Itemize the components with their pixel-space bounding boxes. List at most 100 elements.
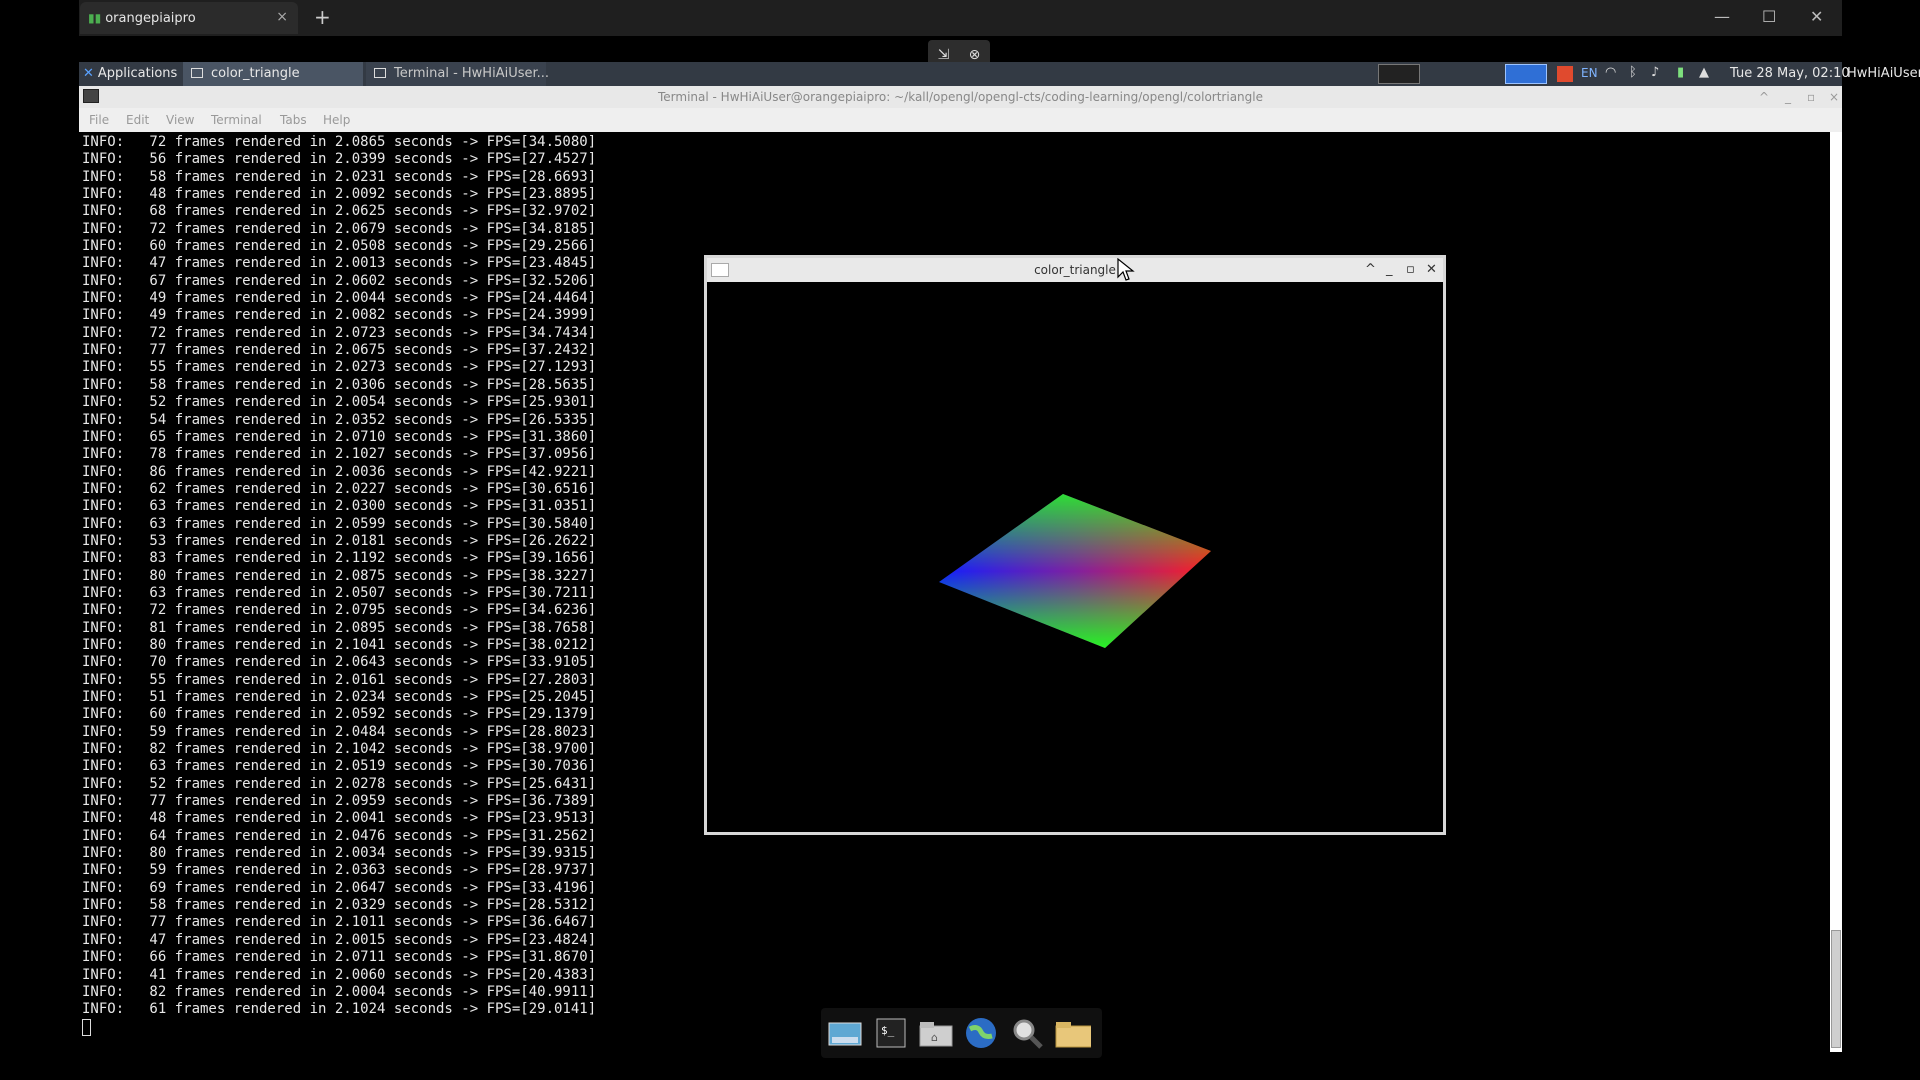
log-line: INFO: 55 frames rendered in 2.0273 secon… xyxy=(82,359,597,376)
terminal-titlebar[interactable]: Terminal - HwHiAiUser@orangepiaipro: ~/k… xyxy=(79,86,1842,108)
log-line: INFO: 48 frames rendered in 2.0041 secon… xyxy=(82,810,597,827)
log-line: INFO: 72 frames rendered in 2.0679 secon… xyxy=(82,220,597,237)
pin-icon[interactable]: ⇲ xyxy=(938,47,950,63)
log-line: INFO: 58 frames rendered in 2.0329 secon… xyxy=(82,897,597,914)
menu-tabs[interactable]: Tabs xyxy=(280,113,307,127)
log-line: INFO: 81 frames rendered in 2.0895 secon… xyxy=(82,619,597,636)
host-close-button[interactable]: ✕ xyxy=(1810,7,1823,26)
log-line: INFO: 63 frames rendered in 2.0519 secon… xyxy=(82,758,597,775)
log-line: INFO: 60 frames rendered in 2.0508 secon… xyxy=(82,238,597,255)
terminal-scrollbar-thumb[interactable] xyxy=(1831,930,1841,1048)
log-line: INFO: 65 frames rendered in 2.0710 secon… xyxy=(82,428,597,445)
close-button[interactable]: ✕ xyxy=(1426,258,1437,282)
top-panel: ✕ Applications color_triangle Terminal - … xyxy=(79,62,1920,86)
log-line: INFO: 49 frames rendered in 2.0082 secon… xyxy=(82,307,597,324)
web-browser-icon[interactable] xyxy=(963,1016,999,1050)
maximize-button[interactable]: ▫ xyxy=(1406,258,1415,282)
notification-bell-icon[interactable]: ▲ xyxy=(1699,65,1709,80)
taskbar-item-label: Terminal - HwHiAiUser... xyxy=(394,66,550,81)
applications-menu[interactable]: ✕ Applications xyxy=(83,66,177,81)
log-line: INFO: 63 frames rendered in 2.0507 secon… xyxy=(82,584,597,601)
log-line: INFO: 63 frames rendered in 2.0599 secon… xyxy=(82,515,597,532)
volume-icon[interactable]: ♪ xyxy=(1651,65,1659,80)
log-line: INFO: 77 frames rendered in 2.1011 secon… xyxy=(82,914,597,931)
terminal-output: INFO: 72 frames rendered in 2.0865 secon… xyxy=(82,134,596,1019)
color-triangle-window[interactable]: color_triangle ^ _ ▫ ✕ xyxy=(704,255,1446,835)
log-line: INFO: 55 frames rendered in 2.0161 secon… xyxy=(82,671,597,688)
minimize-button[interactable]: _ xyxy=(1386,258,1393,282)
wifi-icon[interactable]: ◠ xyxy=(1605,65,1616,80)
log-line: INFO: 77 frames rendered in 2.0959 secon… xyxy=(82,793,597,810)
log-line: INFO: 86 frames rendered in 2.0036 secon… xyxy=(82,463,597,480)
terminal-title: Terminal - HwHiAiUser@orangepiaipro: ~/k… xyxy=(658,90,1263,104)
terminal-maximize-button[interactable]: ▫ xyxy=(1807,86,1815,108)
shade-button[interactable]: ^ xyxy=(1365,258,1376,282)
log-line: INFO: 48 frames rendered in 2.0092 secon… xyxy=(82,186,597,203)
log-line: INFO: 54 frames rendered in 2.0352 secon… xyxy=(82,411,597,428)
battery-icon[interactable]: ▮ xyxy=(1677,65,1684,80)
home-folder-icon[interactable]: ⌂ xyxy=(918,1016,954,1050)
search-icon[interactable] xyxy=(1009,1016,1045,1050)
host-minimize-button[interactable]: — xyxy=(1714,7,1730,26)
log-line: INFO: 62 frames rendered in 2.0227 secon… xyxy=(82,480,597,497)
log-line: INFO: 52 frames rendered in 2.0054 secon… xyxy=(82,394,597,411)
update-notifier-icon[interactable] xyxy=(1557,66,1573,82)
color-triangle-titlebar[interactable]: color_triangle ^ _ ▫ ✕ xyxy=(707,258,1443,282)
log-line: INFO: 41 frames rendered in 2.0060 secon… xyxy=(82,966,597,983)
user-menu[interactable]: HwHiAiUser xyxy=(1847,66,1920,81)
opengl-canvas[interactable] xyxy=(707,282,1443,832)
log-line: INFO: 78 frames rendered in 2.1027 secon… xyxy=(82,446,597,463)
svg-text:⌂: ⌂ xyxy=(931,1031,938,1044)
host-tab[interactable]: ▮▮ orangepiaipro × xyxy=(80,2,298,34)
log-line: INFO: 56 frames rendered in 2.0399 secon… xyxy=(82,151,597,168)
desktop-icon[interactable] xyxy=(827,1016,863,1050)
clock[interactable]: Tue 28 May, 02:10 xyxy=(1730,66,1850,81)
log-line: INFO: 66 frames rendered in 2.0711 secon… xyxy=(82,949,597,966)
log-line: INFO: 58 frames rendered in 2.0231 secon… xyxy=(82,168,597,185)
host-tab-label: orangepiaipro xyxy=(105,10,196,26)
color-triangle-title: color_triangle xyxy=(1034,263,1116,277)
log-line: INFO: 82 frames rendered in 2.1042 secon… xyxy=(82,741,597,758)
workspace-active[interactable] xyxy=(1505,64,1547,84)
log-line: INFO: 80 frames rendered in 2.0875 secon… xyxy=(82,567,597,584)
signal-icon: ▮▮ xyxy=(88,11,102,25)
bluetooth-icon[interactable]: ᛒ xyxy=(1629,65,1637,80)
log-line: INFO: 52 frames rendered in 2.0278 secon… xyxy=(82,775,597,792)
terminal-scrollbar[interactable] xyxy=(1830,132,1842,1052)
terminal-window-icon xyxy=(83,89,99,103)
menu-help[interactable]: Help xyxy=(323,113,350,127)
taskbar-item-terminal[interactable]: Terminal - HwHiAiUser... xyxy=(366,62,550,86)
log-line: INFO: 68 frames rendered in 2.0625 secon… xyxy=(82,203,597,220)
workspace-switcher[interactable] xyxy=(1378,64,1420,84)
log-line: INFO: 58 frames rendered in 2.0306 secon… xyxy=(82,376,597,393)
disconnect-icon[interactable]: ⊗ xyxy=(969,47,981,63)
log-line: INFO: 72 frames rendered in 2.0795 secon… xyxy=(82,602,597,619)
menu-terminal[interactable]: Terminal xyxy=(211,113,262,127)
log-line: INFO: 72 frames rendered in 2.0865 secon… xyxy=(82,134,597,150)
menu-file[interactable]: File xyxy=(89,113,109,127)
keyboard-layout[interactable]: EN xyxy=(1581,66,1598,80)
terminal-minimize-button[interactable]: _ xyxy=(1785,86,1791,108)
host-maximize-button[interactable]: ☐ xyxy=(1762,7,1776,26)
new-tab-button[interactable]: + xyxy=(314,5,331,29)
log-line: INFO: 49 frames rendered in 2.0044 secon… xyxy=(82,290,597,307)
applications-label: Applications xyxy=(97,66,178,81)
log-line: INFO: 67 frames rendered in 2.0602 secon… xyxy=(82,272,597,289)
tab-close-icon[interactable]: × xyxy=(276,9,288,25)
log-line: INFO: 47 frames rendered in 2.0015 secon… xyxy=(82,931,597,948)
terminal-icon[interactable]: $_ xyxy=(873,1016,909,1050)
log-line: INFO: 64 frames rendered in 2.0476 secon… xyxy=(82,827,597,844)
window-icon xyxy=(711,263,729,277)
log-line: INFO: 72 frames rendered in 2.0723 secon… xyxy=(82,324,597,341)
svg-text:$_: $_ xyxy=(881,1024,895,1037)
terminal-shade-button[interactable]: ^ xyxy=(1759,86,1769,108)
log-line: INFO: 59 frames rendered in 2.0484 secon… xyxy=(82,723,597,740)
log-line: INFO: 60 frames rendered in 2.0592 secon… xyxy=(82,706,597,723)
terminal-close-button[interactable]: × xyxy=(1829,86,1839,108)
menu-edit[interactable]: Edit xyxy=(126,113,149,127)
taskbar-item-color-triangle[interactable]: color_triangle xyxy=(183,62,363,86)
menu-view[interactable]: View xyxy=(166,113,194,127)
log-line: INFO: 59 frames rendered in 2.0363 secon… xyxy=(82,862,597,879)
window-icon xyxy=(191,68,203,78)
files-icon[interactable] xyxy=(1055,1016,1091,1050)
